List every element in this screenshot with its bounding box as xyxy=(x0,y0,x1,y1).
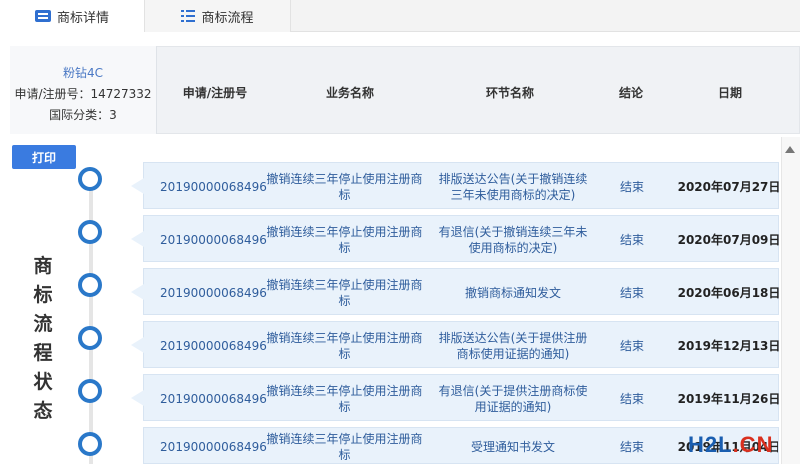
cell-step: 排版送达公告(关于撤销连续三年未使用商标的决定) xyxy=(438,171,588,202)
cell-date: 2020年06月18日 xyxy=(677,285,781,300)
column-header-date: 日期 xyxy=(717,86,742,100)
cell-business: 撤销连续三年停止使用注册商标 xyxy=(266,224,423,255)
table-row: 20190000068496 撤销连续三年停止使用注册商标 有退信(关于撤销连续… xyxy=(131,215,780,262)
watermark-part: H2L xyxy=(688,432,733,457)
international-class: 国际分类：3 xyxy=(49,108,117,122)
cell-step: 排版送达公告(关于提供注册商标使用证据的通知) xyxy=(438,330,588,361)
list-icon xyxy=(181,10,196,22)
cell-business: 撤销连续三年停止使用注册商标 xyxy=(266,383,423,414)
vertical-title: 商 标 流 程 状 态 xyxy=(28,252,58,426)
cell-reg-number: 20190000068496 xyxy=(160,232,267,247)
cell-step: 撤销商标通知发文 xyxy=(464,285,561,300)
timeline-dot xyxy=(78,220,102,244)
cell-result: 结束 xyxy=(619,391,644,406)
trademark-name: 粉钻4C xyxy=(62,66,103,80)
print-button[interactable]: 打印 xyxy=(12,145,76,169)
title-char: 状 xyxy=(33,371,53,393)
scroll-up-arrow-icon[interactable] xyxy=(785,146,795,153)
cell-step: 有退信(关于撤销连续三年未使用商标的决定) xyxy=(438,224,588,255)
column-header-step: 环节名称 xyxy=(485,86,534,100)
cell-date: 2020年07月09日 xyxy=(677,232,781,247)
cell-business: 撤销连续三年停止使用注册商标 xyxy=(266,330,423,361)
registration-number: 申请/注册号：14727332 xyxy=(14,87,152,101)
cell-step: 受理通知书发文 xyxy=(470,439,555,454)
column-header-business: 业务名称 xyxy=(325,86,374,100)
cell-reg-number: 20190000068496 xyxy=(160,285,267,300)
cell-business: 撤销连续三年停止使用注册商标 xyxy=(266,277,423,308)
cell-result: 结束 xyxy=(619,285,644,300)
cell-date: 2019年11月26日 xyxy=(677,391,781,406)
title-char: 流 xyxy=(33,313,53,335)
column-header-result: 结论 xyxy=(618,86,643,100)
title-char: 商 xyxy=(33,255,53,277)
cell-reg-number: 20190000068496 xyxy=(160,338,267,353)
title-char: 程 xyxy=(33,342,53,364)
table-row: 20190000068496 撤销连续三年停止使用注册商标 受理通知书发文 结束… xyxy=(143,427,779,464)
tab-label: 商标详情 xyxy=(56,10,109,26)
tab-label: 商标流程 xyxy=(201,10,254,26)
cell-result: 结束 xyxy=(619,179,644,194)
tab-trademark-detail[interactable]: 商标详情 xyxy=(0,0,145,32)
cell-business: 撤销连续三年停止使用注册商标 xyxy=(266,171,423,202)
watermark-logo: H2L.CN xyxy=(688,432,773,458)
timeline-dot xyxy=(78,432,102,456)
cell-date: 2019年12月13日 xyxy=(677,338,781,353)
title-char: 标 xyxy=(33,284,53,306)
vertical-scrollbar[interactable] xyxy=(781,137,800,464)
cell-result: 结束 xyxy=(619,338,644,353)
cell-result: 结束 xyxy=(619,232,644,247)
cell-result: 结束 xyxy=(619,439,644,454)
cell-date: 2020年07月27日 xyxy=(677,179,781,194)
column-header-reg: 申请/注册号 xyxy=(182,86,248,100)
timeline-dot xyxy=(78,326,102,350)
watermark-part: .CN xyxy=(732,432,774,457)
cell-reg-number: 20190000068496 xyxy=(160,179,267,194)
timeline-dot xyxy=(78,273,102,297)
timeline-dot xyxy=(78,379,102,403)
title-char: 态 xyxy=(33,400,53,422)
table-row: 20190000068496 撤销连续三年停止使用注册商标 撤销商标通知发文 结… xyxy=(131,268,780,315)
table-row: 20190000068496 撤销连续三年停止使用注册商标 排版送达公告(关于撤… xyxy=(131,162,780,209)
cell-step: 有退信(关于提供注册商标使用证据的通知) xyxy=(438,383,588,414)
card-icon xyxy=(34,10,51,22)
cell-reg-number: 20190000068496 xyxy=(160,439,267,454)
cell-reg-number: 20190000068496 xyxy=(160,391,267,406)
cell-business: 撤销连续三年停止使用注册商标 xyxy=(266,431,423,462)
table-row: 20190000068496 撤销连续三年停止使用注册商标 排版送达公告(关于提… xyxy=(131,321,780,368)
trademark-info-card: 粉钻4C 申请/注册号：14727332 国际分类：3 xyxy=(10,46,157,134)
table-row: 20190000068496 撤销连续三年停止使用注册商标 有退信(关于提供注册… xyxy=(131,374,780,421)
tab-trademark-flow[interactable]: 商标流程 xyxy=(145,0,291,32)
timeline-dot xyxy=(78,167,102,191)
